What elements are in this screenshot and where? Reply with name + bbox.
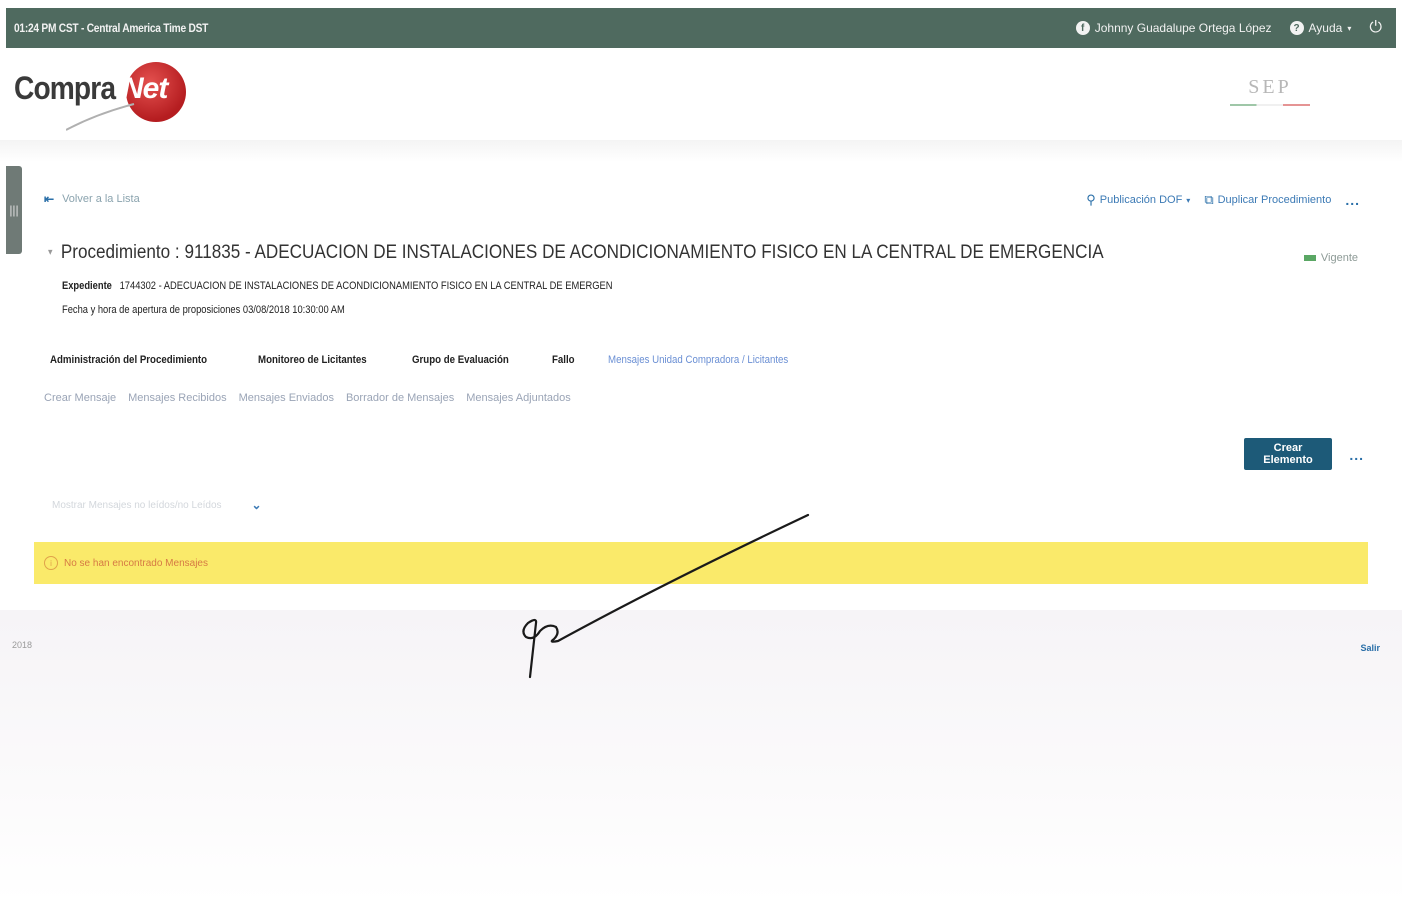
- page-title: ▾ Procedimiento : 911835 - ADECUACION DE…: [48, 242, 1104, 264]
- tab-monitoreo[interactable]: Monitoreo de Licitantes: [258, 354, 367, 366]
- message-subtabs: Crear Mensaje Mensajes Recibidos Mensaje…: [44, 392, 571, 404]
- logo-ball-text: Net: [122, 72, 168, 105]
- user-menu[interactable]: f Johnny Guadalupe Ortega López: [1075, 21, 1272, 35]
- subtab-crear-mensaje[interactable]: Crear Mensaje: [44, 392, 116, 404]
- duplicate-procedure-button[interactable]: ⧉ Duplicar Procedimiento: [1204, 192, 1331, 208]
- opening-date-label: Fecha y hora de apertura de proposicione…: [62, 304, 241, 316]
- chevron-down-icon: ⌄: [251, 498, 262, 512]
- expediente-label: Expediente: [62, 280, 112, 292]
- help-label: Ayuda: [1308, 21, 1343, 35]
- user-icon: f: [1075, 21, 1090, 35]
- status-badge: Vigente: [1303, 252, 1358, 264]
- back-to-list-link[interactable]: ⇤ Volver a la Lista: [44, 192, 140, 206]
- handwritten-signature: [522, 513, 810, 679]
- tab-mensajes[interactable]: Mensajes Unidad Compradora / Licitantes: [608, 354, 788, 366]
- subtab-enviados[interactable]: Mensajes Enviados: [239, 392, 334, 404]
- menu-lines-icon: |||: [9, 203, 19, 217]
- question-circle-icon: ?: [1289, 21, 1304, 35]
- header-divider: [0, 140, 1402, 162]
- chevron-down-icon: ▾: [1186, 195, 1191, 205]
- info-circle-icon: i: [44, 556, 58, 570]
- logout-link[interactable]: Salir: [1360, 643, 1380, 653]
- procedure-actions: ⚲ Publicación DOF ▾ ⧉ Duplicar Procedimi…: [1086, 192, 1360, 208]
- more-actions-button[interactable]: ...: [1345, 192, 1360, 208]
- procedure-tabs: Administración del Procedimiento Monitor…: [50, 354, 812, 366]
- help-menu[interactable]: ? Ayuda ▾: [1289, 21, 1352, 35]
- opening-date-line: Fecha y hora de apertura de proposicione…: [62, 304, 345, 316]
- user-name: Johnny Guadalupe Ortega López: [1094, 21, 1272, 35]
- back-label: Volver a la Lista: [62, 193, 140, 205]
- status-indicator-icon: [1303, 255, 1316, 261]
- alert-text: No se han encontrado Mensajes: [64, 557, 208, 569]
- top-bar-right: f Johnny Guadalupe Ortega López ? Ayuda …: [1075, 19, 1388, 37]
- filter-label: Mostrar Mensajes no leídos/no Leídos: [52, 499, 222, 511]
- link-icon: ⚲: [1086, 192, 1096, 207]
- subtab-adjuntados[interactable]: Mensajes Adjuntados: [466, 392, 571, 404]
- expediente-value: 1744302 - ADECUACION DE INSTALACIONES DE…: [119, 280, 613, 292]
- compranet-logo[interactable]: Compra Net: [14, 56, 204, 131]
- footer-year: 2018: [12, 640, 33, 650]
- subtab-recibidos[interactable]: Mensajes Recibidos: [128, 392, 226, 404]
- duplicate-procedure-label: Duplicar Procedimiento: [1217, 194, 1332, 206]
- publish-dof-button[interactable]: ⚲ Publicación DOF ▾: [1086, 192, 1190, 208]
- procedure-title: Procedimiento : 911835 - ADECUACION DE I…: [60, 242, 1104, 263]
- sidebar-toggle[interactable]: |||: [6, 166, 22, 254]
- opening-date-value: 03/08/2018 10:30:00 AM: [242, 304, 345, 316]
- expediente-line: Expediente 1744302 - ADECUACION DE INSTA…: [62, 280, 612, 292]
- tab-administracion[interactable]: Administración del Procedimiento: [50, 354, 207, 366]
- sep-logo-line: [1230, 104, 1310, 106]
- power-icon[interactable]: ⏻: [1369, 19, 1382, 37]
- publish-dof-label: Publicación DOF: [1099, 194, 1183, 206]
- timestamp: 01:24 PM CST - Central America Time DST: [14, 21, 209, 35]
- top-bar: 01:24 PM CST - Central America Time DST …: [6, 8, 1396, 48]
- arrow-left-icon: ⇤: [44, 192, 55, 206]
- logo-swoosh-icon: [66, 103, 135, 131]
- tab-fallo[interactable]: Fallo: [552, 354, 575, 366]
- sep-logo: SEP: [1230, 76, 1310, 106]
- sep-logo-text: SEP: [1248, 76, 1292, 98]
- subtab-borrador[interactable]: Borrador de Mensajes: [346, 392, 454, 404]
- tab-grupo-evaluacion[interactable]: Grupo de Evaluación: [412, 354, 509, 366]
- message-filter-dropdown[interactable]: Mostrar Mensajes no leídos/no Leídos ⌄: [52, 498, 262, 512]
- copy-icon: ⧉: [1204, 192, 1214, 207]
- create-element-button[interactable]: Crear Elemento: [1244, 438, 1332, 470]
- collapse-caret-icon[interactable]: ▾: [48, 247, 53, 258]
- toolbar-more-button[interactable]: ...: [1349, 447, 1364, 463]
- status-label: Vigente: [1320, 252, 1358, 264]
- chevron-down-icon: ▾: [1347, 23, 1352, 33]
